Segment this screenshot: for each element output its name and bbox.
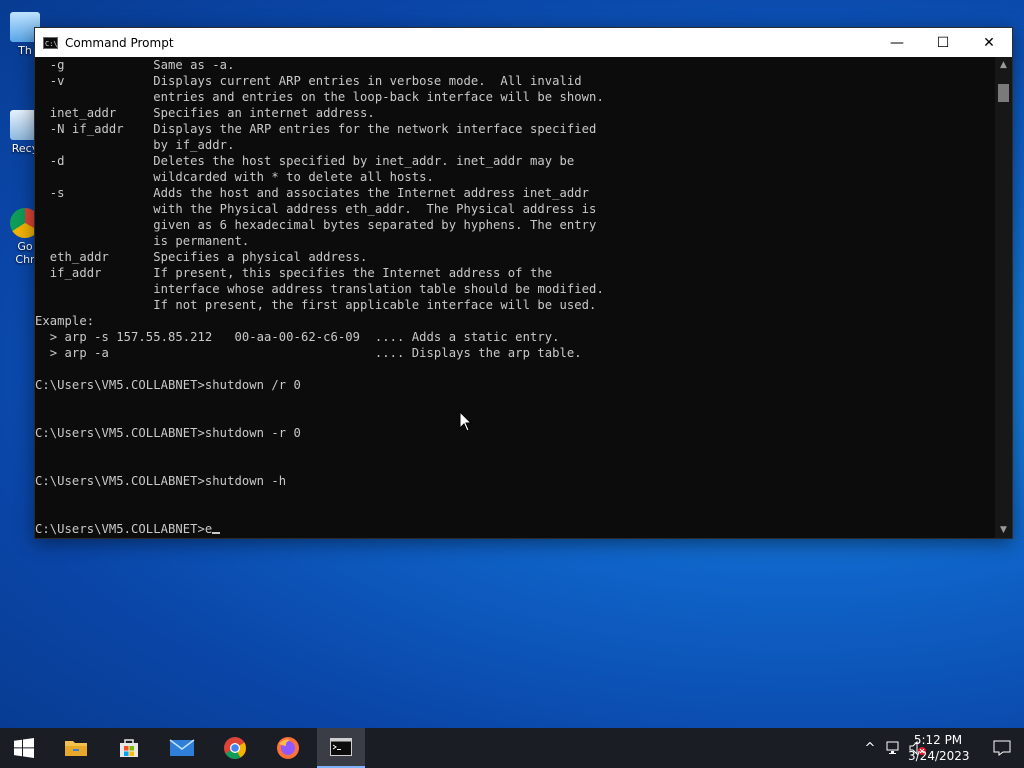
mouse-pointer-icon bbox=[459, 411, 473, 432]
console-line: -g Same as -a. bbox=[35, 58, 235, 72]
console-line: C:\Users\VM5.COLLABNET>shutdown /r 0 bbox=[35, 378, 301, 392]
taskbar-mail[interactable] bbox=[158, 728, 206, 768]
taskbar: ^ 5:12 PM 3/24/2023 bbox=[0, 728, 1024, 768]
console-line: eth_addr Specifies a physical address. bbox=[35, 250, 368, 264]
console-line: -d Deletes the host specified by inet_ad… bbox=[35, 154, 575, 168]
taskbar-microsoft-store[interactable] bbox=[105, 728, 153, 768]
console-line: -N if_addr Displays the ARP entries for … bbox=[35, 122, 597, 136]
console-line: > arp -s 157.55.85.212 00-aa-00-62-c6-09… bbox=[35, 330, 560, 344]
console-line: C:\Users\VM5.COLLABNET>shutdown -h bbox=[35, 474, 287, 488]
vertical-scrollbar[interactable]: ▲ ▼ bbox=[995, 57, 1012, 538]
show-hidden-icons-chevron-icon[interactable]: ^ bbox=[860, 738, 880, 758]
taskbar-command-prompt[interactable] bbox=[317, 728, 365, 768]
console-line: by if_addr. bbox=[35, 138, 235, 152]
console-text: -g Same as -a. -v Displays current ARP e… bbox=[35, 57, 995, 521]
title-bar[interactable]: C:\_ Command Prompt — ☐ ✕ bbox=[35, 28, 1012, 57]
cmd-icon bbox=[330, 738, 352, 756]
console-line: wildcarded with * to delete all hosts. bbox=[35, 170, 434, 184]
console-line: Example: bbox=[35, 314, 95, 328]
console-line: is permanent. bbox=[35, 234, 250, 248]
minimize-button[interactable]: — bbox=[874, 28, 920, 57]
console-line: If not present, the first applicable int… bbox=[35, 298, 597, 312]
windows-logo-icon bbox=[14, 738, 34, 758]
system-tray: ^ 5:12 PM 3/24/2023 bbox=[824, 728, 1024, 768]
console-line: interface whose address translation tabl… bbox=[35, 282, 604, 296]
console-line: entries and entries on the loop-back int… bbox=[35, 90, 604, 104]
scroll-up-arrow-icon[interactable]: ▲ bbox=[995, 57, 1012, 73]
chrome-icon bbox=[224, 737, 246, 759]
notifications-icon[interactable] bbox=[992, 738, 1012, 758]
folder-icon bbox=[65, 741, 87, 756]
maximize-button[interactable]: ☐ bbox=[920, 28, 966, 57]
network-icon[interactable] bbox=[884, 738, 904, 758]
console-line: with the Physical address eth_addr. The … bbox=[35, 202, 597, 216]
taskbar-google-chrome[interactable] bbox=[211, 728, 259, 768]
console-output[interactable]: -g Same as -a. -v Displays current ARP e… bbox=[35, 57, 995, 538]
store-icon bbox=[120, 739, 138, 757]
clock-time: 5:12 PM bbox=[913, 733, 963, 747]
start-button[interactable] bbox=[0, 728, 48, 768]
mail-icon bbox=[169, 739, 195, 756]
clock[interactable]: 5:12 PM 3/24/2023 bbox=[908, 732, 970, 764]
console-line: -s Adds the host and associates the Inte… bbox=[35, 186, 590, 200]
firefox-icon bbox=[277, 737, 299, 759]
console-line: inet_addr Specifies an internet address. bbox=[35, 106, 375, 120]
taskbar-firefox[interactable] bbox=[264, 728, 312, 768]
console-line: if_addr If present, this specifies the I… bbox=[35, 266, 553, 280]
text-cursor bbox=[212, 532, 221, 534]
taskbar-file-explorer[interactable] bbox=[52, 728, 100, 768]
prompt: C:\Users\VM5.COLLABNET> bbox=[35, 522, 205, 536]
console-prompt-line[interactable]: C:\Users\VM5.COLLABNET>e bbox=[35, 521, 995, 537]
command-prompt-window: C:\_ Command Prompt — ☐ ✕ -g Same as -a.… bbox=[34, 27, 1013, 539]
current-input: e bbox=[204, 522, 213, 536]
console-line: C:\Users\VM5.COLLABNET>shutdown -r 0 bbox=[35, 426, 301, 440]
console-line: -v Displays current ARP entries in verbo… bbox=[35, 74, 582, 88]
cmd-icon[interactable]: C:\_ bbox=[43, 36, 62, 49]
scroll-thumb[interactable] bbox=[998, 84, 1009, 102]
clock-date: 3/24/2023 bbox=[908, 749, 970, 763]
console-line: given as 6 hexadecimal bytes separated b… bbox=[35, 218, 597, 232]
console-line: > arp -a .... Displays the arp table. bbox=[35, 346, 582, 360]
window-title: Command Prompt bbox=[65, 35, 174, 50]
scroll-down-arrow-icon[interactable]: ▼ bbox=[995, 522, 1012, 538]
close-button[interactable]: ✕ bbox=[966, 28, 1012, 57]
